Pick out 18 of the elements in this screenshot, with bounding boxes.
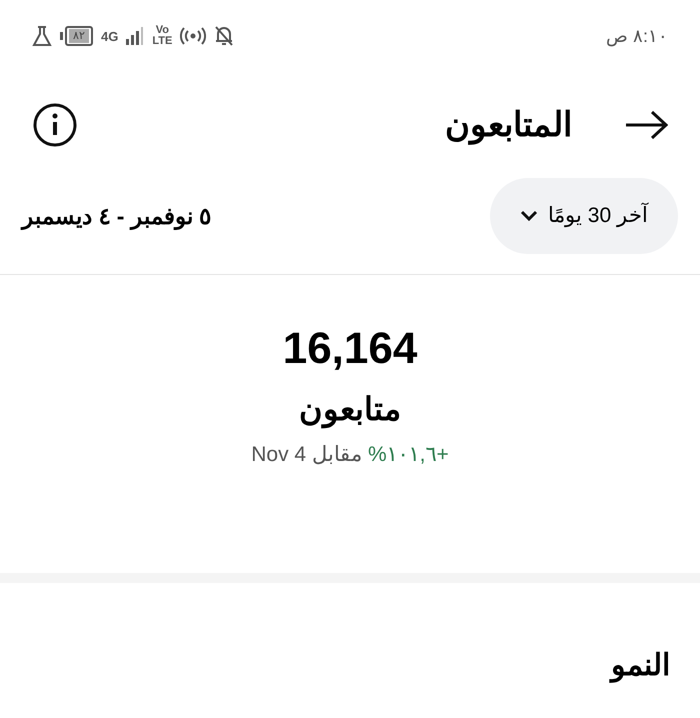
follower-label: متابعون xyxy=(299,390,401,430)
follower-count: 16,164 xyxy=(282,327,418,371)
network-label: 4G xyxy=(101,30,118,42)
bell-off-icon xyxy=(214,25,234,47)
comparison-text: مقابل Nov 4 xyxy=(251,442,362,468)
change-percent: +١٠١,٦% xyxy=(368,442,449,468)
info-icon[interactable] xyxy=(32,102,78,148)
range-dropdown[interactable]: آخر 30 يومًا xyxy=(490,178,678,254)
flask-icon xyxy=(32,25,52,47)
status-time: ٨:١٠ ص xyxy=(606,24,668,48)
chevron-down-icon xyxy=(520,210,538,222)
signal-icon xyxy=(126,27,144,45)
page-title: المتابعون xyxy=(445,104,572,147)
date-range: ٥ نوفمبر - ٤ ديسمبر xyxy=(22,202,212,232)
section-title: النمو xyxy=(611,649,670,682)
volte-label: Vo LTE xyxy=(152,25,172,47)
back-arrow-icon[interactable] xyxy=(624,110,668,140)
hotspot-icon xyxy=(180,27,206,45)
